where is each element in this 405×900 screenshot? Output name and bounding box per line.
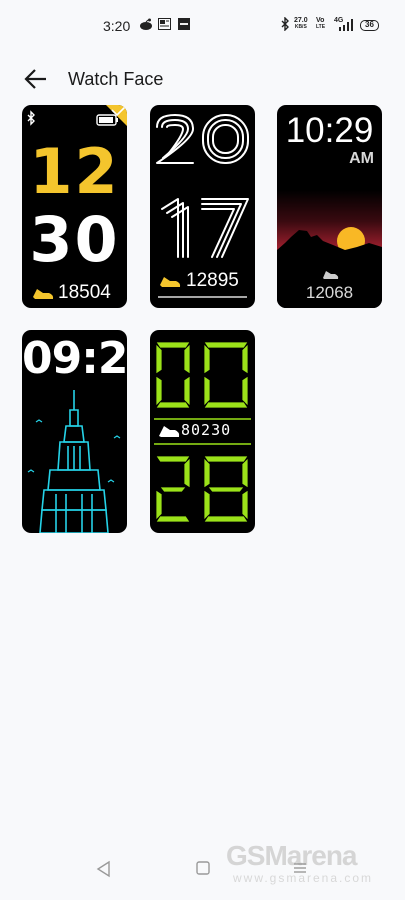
watch-face-4[interactable]: 09:20 [22,330,127,533]
empire-state-building-icon [27,390,121,533]
status-bar: 3:20 27.0 KB/S Vo LTE 4G 36 [0,0,405,52]
bluetooth-icon [27,110,35,126]
watch-face-1[interactable]: 12 30 18504 [22,105,127,308]
volte-line2: LTE [316,24,326,30]
arrow-left-icon [24,69,46,89]
face-3-time: 10:29 [285,111,374,150]
triangle-back-icon[interactable] [96,860,112,878]
back-button[interactable] [22,66,50,92]
face-1-steps: 18504 [58,282,111,303]
face-5-minute-digit-1 [155,455,191,523]
shoe-icon [33,289,54,299]
face-5-steps: 80230 [181,421,232,439]
battery-level: 36 [365,20,374,29]
face-5-minute-digit-2 [203,455,249,523]
bluetooth-icon [281,17,289,31]
face-5-hour-digit-2 [203,341,249,409]
face-2-steps: 12895 [186,270,239,291]
face-2-minute-digit-1 [161,198,189,258]
volte-line1: Vo [316,17,325,24]
news-icon [158,18,171,30]
speed-unit: KB/S [294,24,307,30]
face-1-minute: 30 [29,203,120,276]
network-speed: 27.0 KB/S [294,17,308,31]
menu-lines-icon[interactable] [292,860,308,876]
watch-face-5[interactable]: 80230 [150,330,255,533]
battery-icon [96,114,118,126]
face-2-hour-digit-1 [156,114,194,164]
shoe-icon [159,426,180,437]
reddit-icon [140,18,152,30]
watch-face-2[interactable]: 12895 [150,105,255,308]
battery-icon: 36 [360,20,379,31]
face-5-hour-digit-1 [155,341,191,409]
shoe-icon [160,277,181,287]
watch-face-3[interactable]: 10:29 AM 12068 [277,105,382,308]
face-1-hour: 12 [29,135,120,208]
speed-value: 27.0 [294,17,308,24]
square-home-icon[interactable] [195,860,211,876]
face-2-minute-digit-2 [201,198,249,258]
face-3-steps: 12068 [305,283,354,302]
app-icon [178,18,190,30]
face-3-ampm: AM [349,150,374,167]
volte-badge: Vo LTE [316,17,325,31]
face-2-hour-digit-2 [202,114,249,164]
status-time: 3:20 [103,18,131,34]
page-title: Watch Face [68,69,164,89]
signal-icon [339,19,353,31]
